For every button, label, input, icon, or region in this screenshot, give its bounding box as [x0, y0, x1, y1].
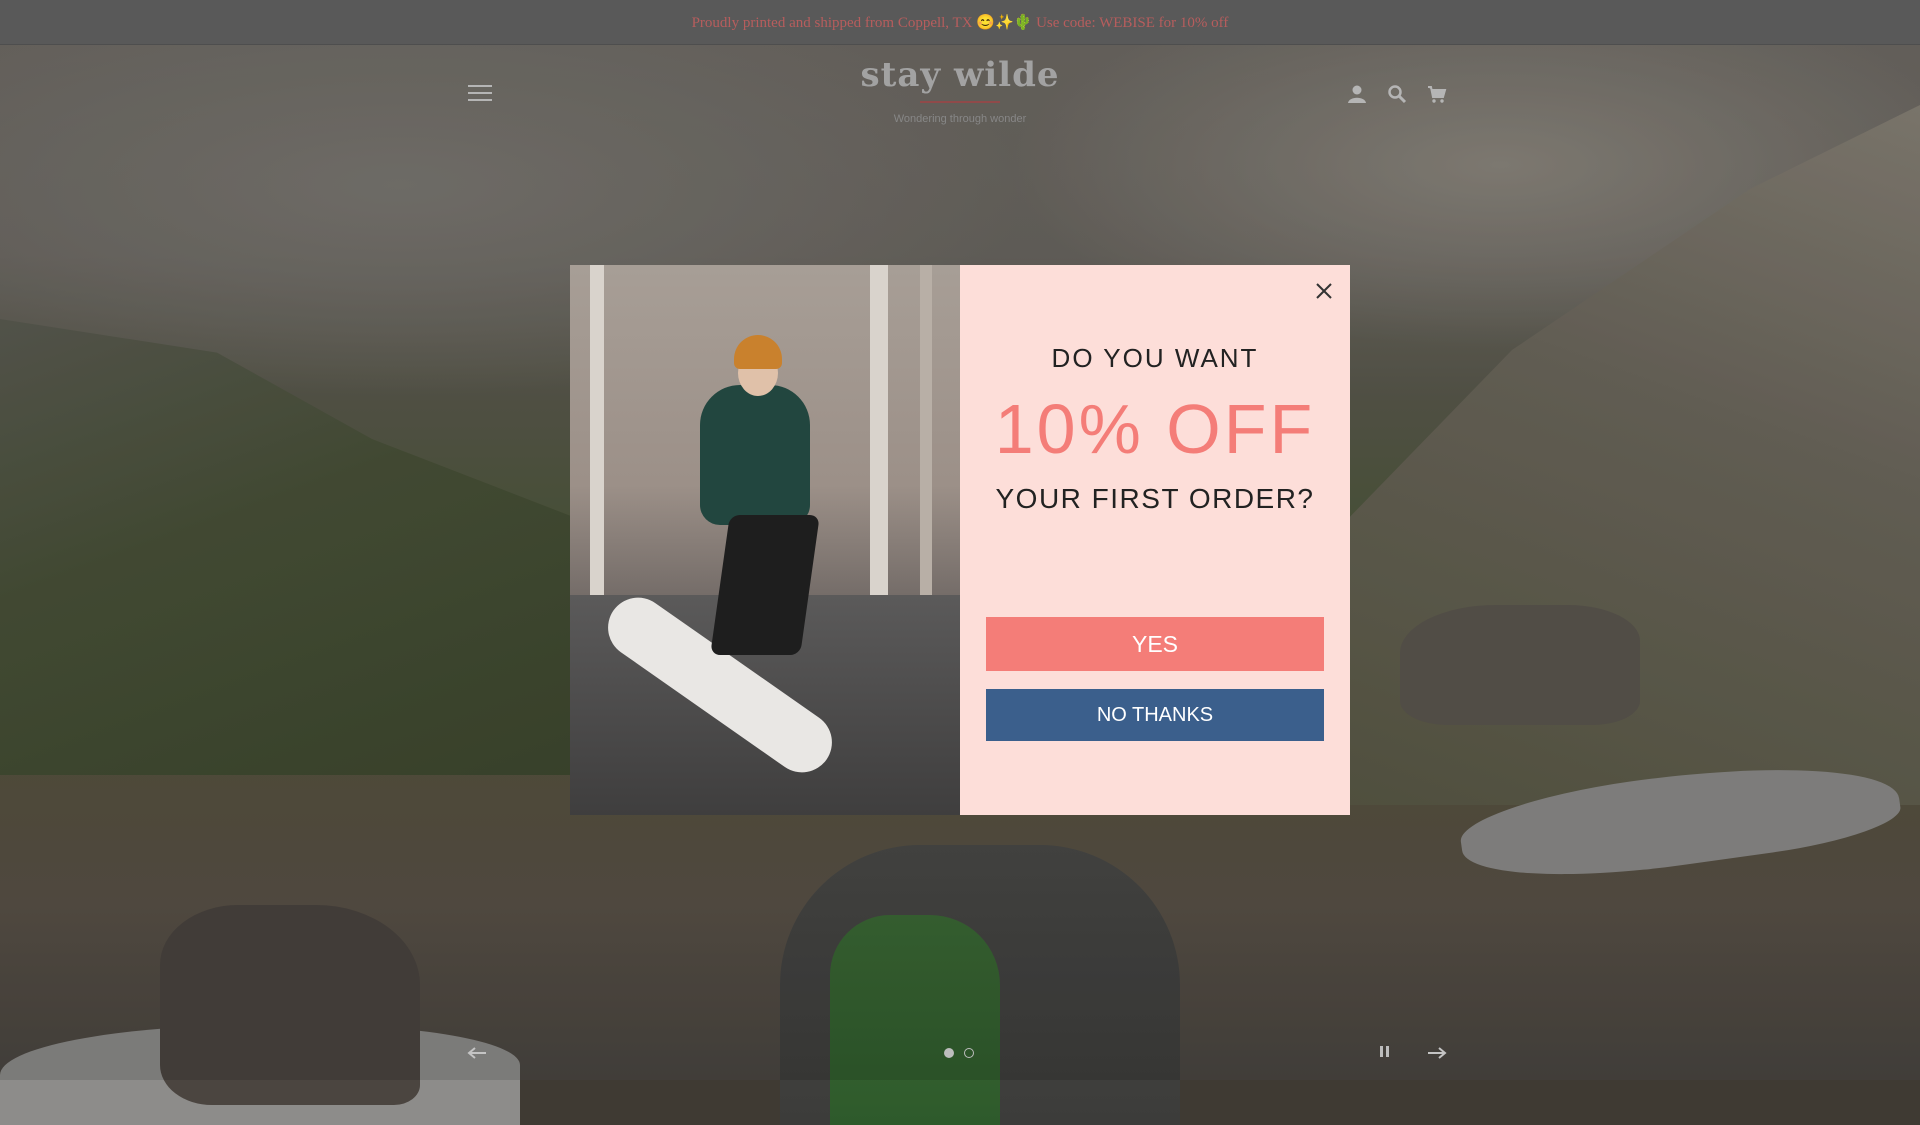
slide-dot-2[interactable]: [964, 1048, 974, 1058]
photo-tree: [870, 265, 888, 645]
announcement-text: Proudly printed and shipped from Coppell…: [691, 14, 1229, 31]
no-thanks-button[interactable]: NO THANKS: [986, 689, 1324, 741]
popup-content: DO YOU WANT 10% OFF YOUR FIRST ORDER? YE…: [960, 265, 1350, 815]
arrow-right-icon[interactable]: [1426, 1044, 1448, 1062]
close-icon[interactable]: [1312, 279, 1336, 303]
announcement-bar: Proudly printed and shipped from Coppell…: [0, 0, 1920, 45]
discount-popup: DO YOU WANT 10% OFF YOUR FIRST ORDER? YE…: [570, 265, 1350, 815]
slide-dot-1[interactable]: [944, 1048, 954, 1058]
popup-discount-amount: 10% OFF: [994, 390, 1316, 468]
popup-headline-top: DO YOU WANT: [1051, 343, 1259, 373]
pause-icon[interactable]: [1380, 1046, 1394, 1060]
photo-tree: [920, 265, 932, 625]
yes-button[interactable]: YES: [986, 617, 1324, 671]
photo-person: [700, 385, 810, 525]
popup-photo: [570, 265, 960, 815]
popup-headline-bottom: YOUR FIRST ORDER?: [995, 483, 1315, 514]
slide-dots: [944, 1048, 974, 1058]
photo-beanie: [734, 335, 782, 369]
photo-tree: [590, 265, 604, 625]
arrow-left-icon[interactable]: [466, 1044, 488, 1062]
